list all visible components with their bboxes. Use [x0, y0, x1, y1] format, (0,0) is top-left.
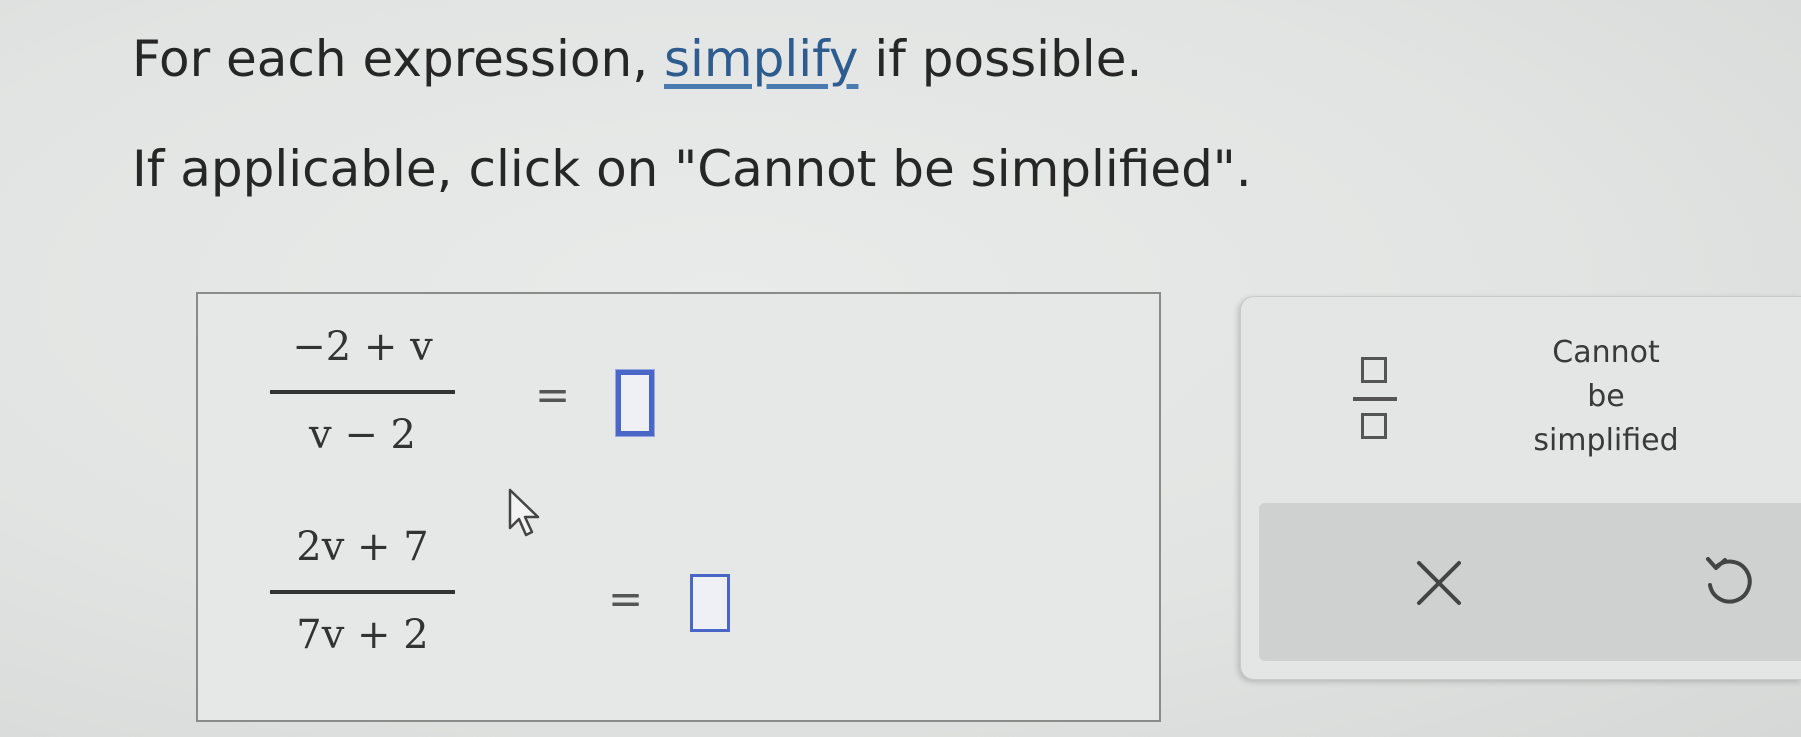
- simplify-link[interactable]: simplify: [664, 30, 858, 88]
- equals-sign-1: =: [535, 370, 571, 419]
- fraction-bar-2: [270, 590, 455, 594]
- problem-box: −2 + v v − 2 = 2v + 7 7v + 2 =: [196, 292, 1161, 722]
- expression-fraction-1: −2 + v v − 2: [270, 322, 455, 472]
- fraction-numerator-square-icon: [1361, 357, 1387, 383]
- fraction-bar-1: [270, 390, 455, 394]
- action-bar: [1259, 503, 1801, 661]
- instruction-line-1: For each expression, simplify if possibl…: [132, 34, 1142, 84]
- denominator-2: 7v + 2: [296, 612, 429, 658]
- instruction-text-prefix: For each expression,: [132, 30, 664, 88]
- equals-sign-2: =: [608, 574, 644, 623]
- undo-icon: [1706, 557, 1752, 604]
- mouse-pointer-icon: [508, 488, 540, 537]
- fraction-template-button[interactable]: [1341, 345, 1411, 455]
- clear-button[interactable]: [1399, 543, 1479, 623]
- cannot-label-line-2: be: [1587, 379, 1625, 414]
- instruction-line-2: If applicable, click on "Cannot be simpl…: [132, 140, 1252, 198]
- answer-input-2[interactable]: [690, 574, 730, 632]
- expression-row-2: 2v + 7 7v + 2 =: [270, 522, 730, 672]
- x-icon: [1417, 561, 1461, 605]
- math-tool-panel: Cannot be simplified: [1240, 296, 1801, 680]
- fraction-denominator-square-icon: [1361, 413, 1387, 439]
- expression-row-1: −2 + v v − 2 =: [270, 322, 690, 472]
- answer-input-1[interactable]: [616, 370, 654, 436]
- cannot-label-line-1: Cannot: [1552, 335, 1660, 370]
- cannot-label-line-3: simplified: [1533, 423, 1679, 458]
- expression-fraction-2: 2v + 7 7v + 2: [270, 522, 455, 672]
- numerator-1: −2 + v: [292, 324, 433, 370]
- fraction-bar-icon: [1353, 397, 1397, 401]
- denominator-1: v − 2: [309, 412, 416, 458]
- instruction-text-suffix: if possible.: [858, 30, 1143, 88]
- undo-button[interactable]: [1694, 545, 1764, 615]
- numerator-2: 2v + 7: [296, 524, 429, 570]
- cannot-be-simplified-button[interactable]: Cannot be simplified: [1481, 331, 1731, 471]
